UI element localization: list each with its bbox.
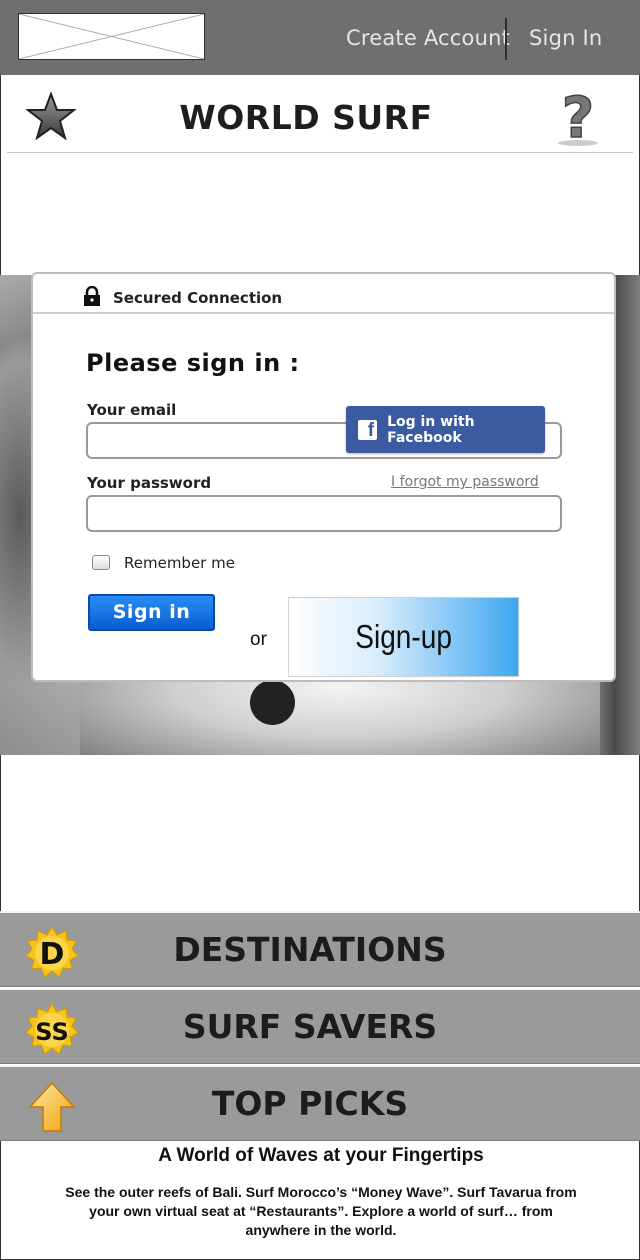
divider	[505, 18, 507, 60]
sign-up-label: Sign-up	[355, 618, 452, 655]
menu-item-destinations[interactable]: D DESTINATIONS	[0, 911, 640, 987]
logo-placeholder-icon[interactable]	[18, 13, 205, 60]
password-field[interactable]	[86, 495, 562, 532]
remember-me-checkbox[interactable]	[92, 555, 110, 570]
facebook-login-label: Log in with Facebook	[387, 413, 475, 446]
menu-item-label: SURF SAVERS	[182, 1007, 438, 1046]
sign-in-button[interactable]: Sign in	[88, 594, 215, 631]
sign-in-link[interactable]: Sign In	[529, 26, 602, 50]
secured-connection-label: Secured Connection	[113, 289, 283, 307]
footer-title: A World of Waves at your Fingertips	[158, 1145, 484, 1166]
email-label: Your email	[87, 401, 177, 419]
spacer	[0, 755, 640, 911]
question-mark-icon[interactable]: ?	[553, 87, 603, 147]
forgot-password-link[interactable]: I forgot my password	[391, 474, 539, 490]
create-account-link[interactable]: Create Account	[346, 26, 510, 50]
title-bar: WORLD SURF ?	[0, 75, 640, 153]
dialog-header: Secured Connection	[33, 274, 614, 314]
svg-text:?: ?	[562, 87, 594, 147]
remember-me-label: Remember me	[124, 554, 235, 572]
facebook-login-button[interactable]: f Log in with Facebook	[346, 406, 545, 453]
menu-item-label: DESTINATIONS	[173, 930, 447, 969]
menu-item-label: TOP PICKS	[211, 1084, 409, 1123]
facebook-icon: f	[358, 419, 378, 440]
page-title: WORLD SURF	[179, 98, 433, 137]
footer-description: See the outer reefs of Bali. Surf Morocc…	[65, 1184, 577, 1238]
menu-item-top-picks[interactable]: TOP PICKS	[0, 1065, 640, 1141]
signin-heading: Please sign in :	[86, 349, 300, 377]
lock-icon	[84, 286, 100, 306]
or-separator: or	[250, 629, 267, 650]
menu-item-surf-savers[interactable]: SS SURF SAVERS	[0, 988, 640, 1064]
top-bar: Create Account Sign In	[0, 0, 640, 75]
spacer	[0, 153, 640, 275]
footer: A World of Waves at your Fingertips See …	[0, 1141, 640, 1260]
login-dialog: Secured Connection Please sign in : Your…	[31, 272, 616, 682]
sign-up-button[interactable]: Sign-up	[288, 597, 520, 677]
password-label: Your password	[87, 474, 212, 492]
